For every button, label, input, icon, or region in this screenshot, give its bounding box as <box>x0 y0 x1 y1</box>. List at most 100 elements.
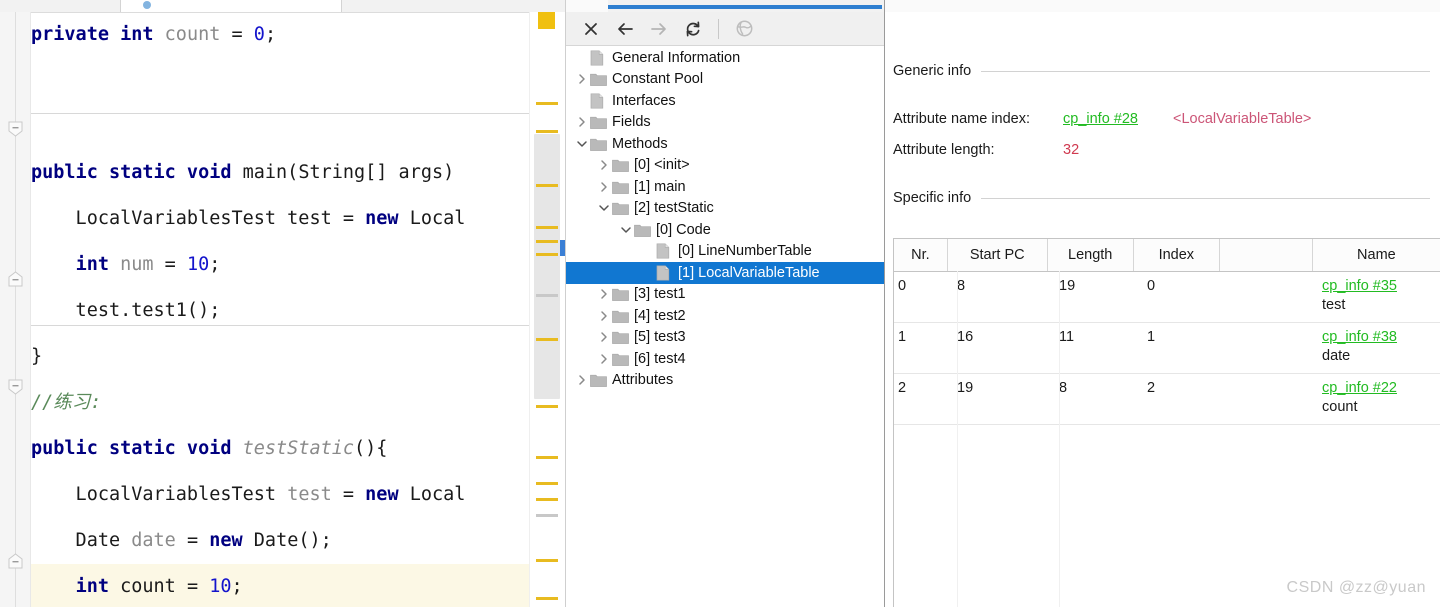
code-token: = <box>153 254 187 275</box>
code-line[interactable]: LocalVariablesTest test = new Local <box>31 472 530 518</box>
fold-marker-teststatic-end[interactable] <box>7 553 24 570</box>
info-marker[interactable] <box>536 294 558 297</box>
table-column-header[interactable] <box>1220 239 1313 271</box>
tree-node-constant-pool[interactable]: Constant Pool <box>566 69 884 91</box>
class-tree[interactable]: General Information Constant Pool Interfac… <box>566 47 884 607</box>
chevron-right-icon[interactable] <box>596 157 612 173</box>
warning-marker[interactable] <box>536 498 558 501</box>
chevron-right-icon[interactable] <box>596 351 612 367</box>
tree-node-0-code[interactable]: [0] Code <box>566 219 884 241</box>
code-line[interactable]: Date date = new Date(); <box>31 518 530 564</box>
fold-marker-main[interactable] <box>7 120 24 137</box>
table-column-header[interactable]: Index <box>1134 239 1220 271</box>
code-line[interactable]: } <box>31 334 530 380</box>
table-row[interactable]: 2 19 8 2 cp_info #22 count <box>894 374 1440 424</box>
chevron-down-icon[interactable] <box>574 136 590 152</box>
tree-node-6-test4[interactable]: [6] test4 <box>566 348 884 370</box>
cp-info-link[interactable]: cp_info #22 <box>1322 380 1440 396</box>
warning-marker[interactable] <box>536 130 558 133</box>
editor-active-tab[interactable] <box>120 0 342 12</box>
chevron-right-icon[interactable] <box>596 329 612 345</box>
warning-marker[interactable] <box>536 184 558 187</box>
warning-marker[interactable] <box>536 456 558 459</box>
chevron-right-icon[interactable] <box>574 71 590 87</box>
error-stripe-box[interactable] <box>538 12 555 29</box>
tree-node-methods[interactable]: Methods <box>566 133 884 155</box>
code-line[interactable]: //练习: <box>31 380 530 426</box>
tree-node-0-linenumbertable[interactable]: [0] LineNumberTable <box>566 241 884 263</box>
chevron-right-icon[interactable] <box>596 308 612 324</box>
tree-node-1-main[interactable]: [1] main <box>566 176 884 198</box>
attribute-name-index-link[interactable]: cp_info #28 <box>1063 111 1138 127</box>
fold-marker-teststatic[interactable] <box>7 378 24 395</box>
code-line[interactable]: int num = 10; <box>31 242 530 288</box>
table-cell-spacer <box>1227 374 1322 424</box>
code-line[interactable]: public static void testStatic(){ <box>31 426 530 472</box>
reload-icon[interactable] <box>678 16 708 42</box>
row-separator <box>894 424 1440 425</box>
table-column-header[interactable]: Length <box>1048 239 1134 271</box>
editor-marker-bar[interactable] <box>529 12 565 607</box>
folder-icon <box>612 330 629 345</box>
code-line[interactable]: int count = 10; <box>31 564 530 607</box>
app-root: private int count = 0; public static voi… <box>0 0 1440 607</box>
toolbar-divider <box>718 18 719 39</box>
table-row[interactable]: 0 8 19 0 cp_info #35 test <box>894 272 1440 322</box>
warning-marker[interactable] <box>536 338 558 341</box>
table-column-header[interactable]: Name <box>1313 239 1440 271</box>
warning-marker[interactable] <box>536 405 558 408</box>
back-arrow-icon[interactable] <box>610 16 640 42</box>
table-row[interactable]: 1 16 11 1 cp_info #38 date <box>894 323 1440 373</box>
tree-node-5-test3[interactable]: [5] test3 <box>566 327 884 349</box>
code-line[interactable] <box>31 104 530 150</box>
tree-node-attributes[interactable]: Attributes <box>566 370 884 392</box>
table-body[interactable]: 0 8 19 0 cp_info #35 test 1 16 11 1 cp_info #38 dat… <box>894 272 1440 425</box>
code-line[interactable]: private int count = 0; <box>31 12 530 58</box>
tree-node-2-teststatic[interactable]: [2] testStatic <box>566 198 884 220</box>
tree-node-3-test1[interactable]: [3] test1 <box>566 284 884 306</box>
table-cell: 0 <box>898 278 907 294</box>
chevron-down-icon[interactable] <box>596 200 612 216</box>
warning-marker[interactable] <box>536 226 558 229</box>
tree-node-4-test2[interactable]: [4] test2 <box>566 305 884 327</box>
tree-node-0-init[interactable]: [0] <init> <box>566 155 884 177</box>
info-marker[interactable] <box>536 514 558 517</box>
code-token: = <box>175 530 210 551</box>
tree-node-label: Methods <box>612 135 668 152</box>
table-cell: 11 <box>1059 329 1075 345</box>
chevron-right-icon[interactable] <box>596 286 612 302</box>
warning-marker[interactable] <box>536 240 558 243</box>
table-column-header[interactable]: Start PC <box>948 239 1048 271</box>
warning-marker[interactable] <box>536 559 558 562</box>
fold-marker-main-end[interactable] <box>7 271 24 288</box>
code-token: new <box>209 530 254 551</box>
editor-scrollbar-thumb[interactable] <box>534 134 560 399</box>
chevron-down-icon[interactable] <box>618 222 634 238</box>
chevron-right-icon[interactable] <box>596 179 612 195</box>
local-variable-table[interactable]: Nr. Start PC Length Index Name 0 8 19 0 cp_info … <box>893 238 1440 607</box>
editor-gutter[interactable] <box>0 12 31 607</box>
code-line[interactable]: LocalVariablesTest test = new Local <box>31 196 530 242</box>
watermark: CSDN @zz@yuan <box>1286 579 1426 596</box>
cp-info-link[interactable]: cp_info #35 <box>1322 278 1440 294</box>
code-line[interactable]: test.test1(); <box>31 288 530 334</box>
chevron-right-icon[interactable] <box>574 114 590 130</box>
tree-node-general-information[interactable]: General Information <box>566 47 884 69</box>
code-token: date <box>131 530 176 551</box>
cp-info-link[interactable]: cp_info #38 <box>1322 329 1440 345</box>
code-text-area[interactable]: private int count = 0; public static voi… <box>31 12 530 607</box>
tree-node-1-localvariabletable[interactable]: [1] LocalVariableTable <box>566 262 884 284</box>
code-token: count <box>120 576 176 597</box>
close-icon[interactable] <box>576 16 606 42</box>
tree-node-fields[interactable]: Fields <box>566 112 884 134</box>
warning-marker[interactable] <box>536 102 558 105</box>
table-column-header[interactable]: Nr. <box>894 239 948 271</box>
code-line[interactable]: public static void main(String[] args) <box>31 150 530 196</box>
tree-node-interfaces[interactable]: Interfaces <box>566 90 884 112</box>
code-line[interactable] <box>31 58 530 104</box>
chevron-right-icon[interactable] <box>574 372 590 388</box>
code-token: Local <box>409 208 466 229</box>
warning-marker[interactable] <box>536 597 558 600</box>
warning-marker[interactable] <box>536 482 558 485</box>
warning-marker[interactable] <box>536 253 558 256</box>
